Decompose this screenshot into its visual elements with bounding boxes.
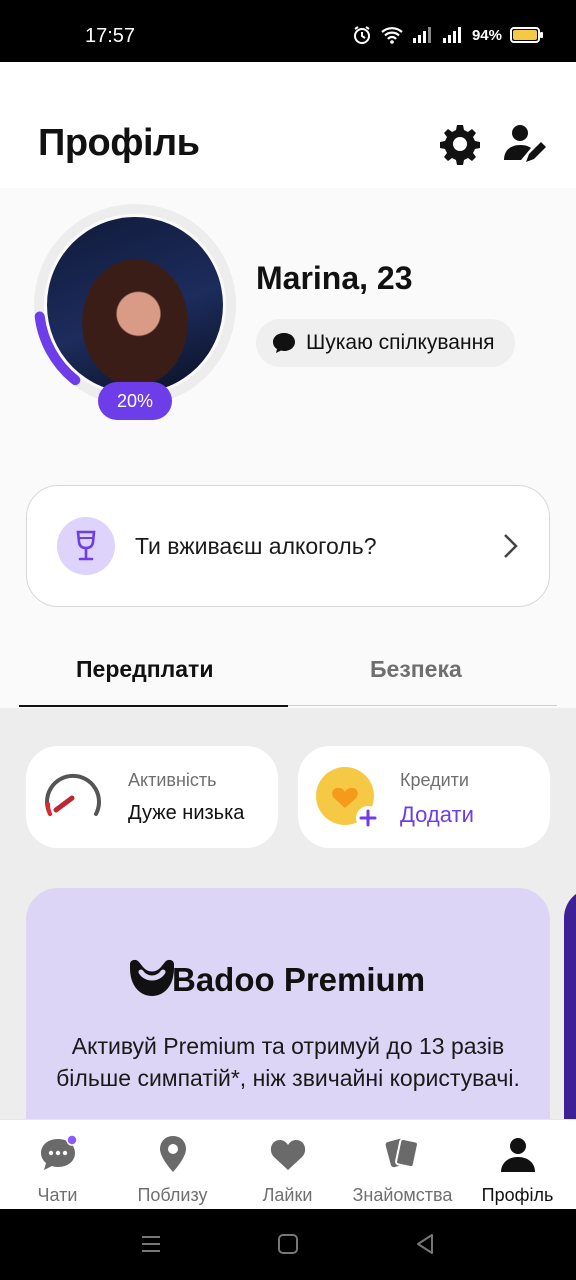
nav-chats[interactable]: Чати xyxy=(0,1120,115,1210)
battery-percent: 94% xyxy=(471,26,502,44)
back-icon[interactable] xyxy=(414,1233,436,1255)
profile-name: Marina, 23 xyxy=(256,260,413,296)
speech-bubble-icon xyxy=(273,333,295,353)
page-title: Профіль xyxy=(38,122,200,164)
heart-icon xyxy=(270,1140,305,1170)
edit-profile-icon[interactable] xyxy=(502,122,546,166)
nav-label: Профіль xyxy=(481,1185,554,1205)
question-text: Ти вживаєш алкоголь? xyxy=(135,532,377,559)
tab-divider xyxy=(288,705,557,706)
location-pin-icon xyxy=(159,1136,186,1172)
status-bar: 17:57 94% xyxy=(0,0,576,62)
status-time: 17:57 xyxy=(85,25,136,47)
home-icon[interactable] xyxy=(277,1233,299,1255)
tab-security[interactable]: Безпека xyxy=(370,656,462,683)
alcohol-question-card[interactable]: Ти вживаєш алкоголь? xyxy=(26,485,550,607)
tab-subscriptions[interactable]: Передплати xyxy=(76,656,213,683)
activity-card[interactable]: Активність Дуже низька xyxy=(26,746,278,848)
premium-description: Активуй Premium та отримуй до 13 разів б… xyxy=(56,1033,520,1091)
credits-coin-icon xyxy=(316,767,380,830)
status-icons: 94% xyxy=(352,22,543,48)
gear-icon[interactable] xyxy=(438,122,482,166)
active-tab-indicator xyxy=(19,705,288,707)
chat-icon xyxy=(40,1134,78,1170)
battery-icon xyxy=(510,27,543,43)
next-card-peek[interactable] xyxy=(564,888,576,1148)
premium-title: Badoo Premium xyxy=(172,961,426,998)
credits-label: Кредити xyxy=(400,770,469,790)
speedometer-icon xyxy=(45,773,101,816)
credits-card[interactable]: Кредити Додати xyxy=(298,746,550,848)
profile-completion-badge[interactable]: 20% xyxy=(98,382,172,420)
badoo-logo-icon xyxy=(130,959,174,996)
profile-progress-arc xyxy=(34,311,81,386)
nav-label: Знайомства xyxy=(352,1185,453,1205)
nav-label: Чати xyxy=(37,1185,78,1205)
cards-icon xyxy=(385,1137,419,1169)
activity-value: Дуже низька xyxy=(128,802,245,824)
person-icon xyxy=(500,1138,535,1172)
signal-icon xyxy=(412,27,431,43)
chevron-right-icon xyxy=(504,534,518,558)
wifi-icon xyxy=(381,27,403,44)
recent-apps-icon[interactable] xyxy=(140,1233,162,1255)
signal-icon-2 xyxy=(442,27,461,43)
credits-add-link[interactable]: Додати xyxy=(400,802,474,828)
intent-chip[interactable]: Шукаю спілкування xyxy=(256,319,515,367)
nav-label: Поблизу xyxy=(137,1185,208,1205)
intent-label: Шукаю спілкування xyxy=(306,331,495,354)
nav-label: Лайки xyxy=(262,1185,313,1205)
premium-card[interactable] xyxy=(26,888,550,1148)
profile-header: Профіль xyxy=(0,62,576,188)
system-navigation-bar xyxy=(0,1209,576,1280)
nav-likes[interactable]: Лайки xyxy=(230,1120,345,1210)
alarm-icon xyxy=(353,26,370,44)
activity-label: Активність xyxy=(128,770,217,790)
tab-bar: Передплати Безпека xyxy=(0,630,576,708)
bottom-navigation: Чати Поблизу Лайки Знайомства Профіль xyxy=(0,1119,576,1209)
nav-profile[interactable]: Профіль xyxy=(460,1120,575,1210)
nav-nearby[interactable]: Поблизу xyxy=(115,1120,230,1210)
nav-encounters[interactable]: Знайомства xyxy=(345,1120,460,1210)
wine-glass-icon xyxy=(57,517,115,575)
